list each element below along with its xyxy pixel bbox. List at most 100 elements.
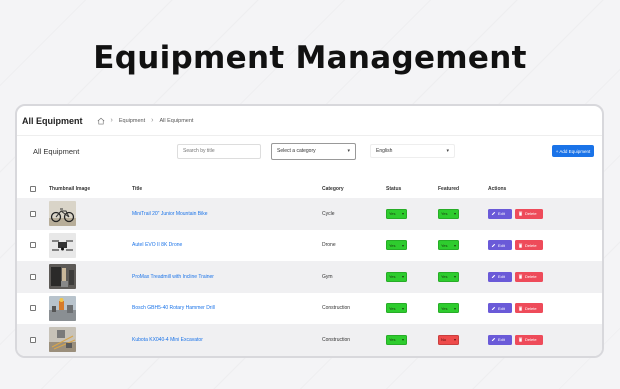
edit-label: Edit: [498, 211, 505, 217]
chevron-down-icon: ▾: [401, 274, 404, 280]
edit-button[interactable]: Edit: [488, 334, 512, 345]
page-title: All Equipment: [22, 115, 83, 126]
edit-label: Edit: [498, 242, 505, 248]
trash-icon: [518, 243, 523, 248]
edit-icon: [491, 211, 496, 216]
trash-icon: [518, 211, 523, 216]
trash-icon: [518, 274, 523, 279]
edit-icon: [491, 337, 496, 342]
edit-button[interactable]: Edit: [488, 208, 512, 219]
delete-label: Delete: [525, 305, 537, 311]
featured-value: Yes: [441, 274, 448, 280]
chevron-down-icon: ▾: [453, 274, 456, 280]
delete-button[interactable]: Delete: [515, 334, 543, 345]
equipment-title-link[interactable]: AuteI EVO II 8K Drone: [132, 242, 182, 248]
equipment-panel: All Equipment › Equipment › All Equipmen…: [15, 104, 604, 358]
status-value: Yes: [389, 211, 396, 217]
section-title: All Equipment: [33, 146, 80, 156]
featured-select[interactable]: No ▾: [438, 334, 459, 345]
equipment-title-link[interactable]: ProMax Treadmill with Incline Trainer: [132, 274, 214, 280]
search-input[interactable]: [177, 143, 261, 159]
edit-label: Edit: [498, 337, 505, 343]
thumbnail-image: [49, 327, 76, 353]
featured-select[interactable]: Yes ▾: [438, 271, 459, 282]
status-select[interactable]: Yes ▾: [386, 334, 407, 345]
trash-icon: [518, 337, 523, 342]
column-header-category: Category: [322, 186, 344, 192]
delete-button[interactable]: Delete: [515, 208, 543, 219]
chevron-down-icon: ▾: [453, 337, 456, 343]
home-icon[interactable]: [97, 117, 105, 125]
equipment-title-link[interactable]: Bosch GBH5-40 Rotary Hammer Drill: [132, 305, 215, 311]
column-header-title[interactable]: Title: [132, 186, 322, 192]
chevron-down-icon: ▾: [401, 305, 404, 311]
featured-value: Yes: [441, 242, 448, 248]
category-cell: Construction: [322, 336, 351, 343]
delete-label: Delete: [525, 242, 537, 248]
table-row: Bosch GBH5-40 Rotary Hammer Drill Constr…: [17, 293, 602, 325]
category-cell: Cycle: [322, 210, 335, 217]
row-checkbox[interactable]: [30, 336, 36, 343]
equipment-title-link[interactable]: Kubota KX040-4 Mini Excavator: [132, 337, 203, 343]
category-cell: Construction: [322, 305, 351, 312]
breadcrumb-separator: ›: [151, 117, 154, 124]
equipment-table: Thumbnail Image Title Category Status Fe…: [17, 180, 602, 356]
equipment-title-link[interactable]: MiniTrail 20" Junior Mountain Bike: [132, 211, 208, 217]
status-select[interactable]: Yes ▾: [386, 240, 407, 251]
add-equipment-button[interactable]: + Add Equipment: [552, 145, 594, 157]
row-checkbox[interactable]: [30, 273, 36, 280]
thumbnail-image: [49, 201, 76, 227]
table-row: MiniTrail 20" Junior Mountain Bike Cycle…: [17, 198, 602, 230]
featured-select[interactable]: Yes ▾: [438, 240, 459, 251]
column-header-thumbnail: Thumbnail Image: [49, 186, 91, 192]
status-value: Yes: [389, 274, 396, 280]
chevron-down-icon: ▾: [453, 211, 456, 217]
breadcrumb: › Equipment › All Equipment: [97, 117, 193, 125]
table-row: Kubota KX040-4 Mini Excavator Constructi…: [17, 324, 602, 356]
chevron-down-icon: ▾: [401, 211, 404, 217]
edit-label: Edit: [498, 274, 505, 280]
status-select[interactable]: Yes ▾: [386, 271, 407, 282]
chevron-down-icon: ▾: [453, 242, 456, 248]
table-header: Thumbnail Image Title Category Status Fe…: [17, 180, 602, 198]
chevron-down-icon: ▾: [446, 148, 449, 154]
status-value: Yes: [389, 305, 396, 311]
thumbnail-image: [49, 295, 76, 321]
breadcrumb-item-equipment[interactable]: Equipment: [119, 118, 145, 124]
column-header-featured: Featured: [438, 186, 460, 192]
row-checkbox[interactable]: [30, 242, 36, 249]
featured-value: Yes: [441, 305, 448, 311]
chevron-down-icon: ▾: [401, 337, 404, 343]
status-select[interactable]: Yes ▾: [386, 303, 407, 314]
featured-select[interactable]: Yes ▾: [438, 303, 459, 314]
trash-icon: [518, 306, 523, 311]
thumbnail-image: [49, 232, 76, 258]
delete-label: Delete: [525, 211, 537, 217]
column-header-actions: Actions: [488, 186, 507, 192]
status-value: Yes: [389, 337, 396, 343]
category-select-value: Select a category: [277, 148, 316, 154]
select-all-checkbox[interactable]: [30, 186, 36, 192]
status-select[interactable]: Yes ▾: [386, 208, 407, 219]
delete-button[interactable]: Delete: [515, 271, 543, 282]
row-checkbox[interactable]: [30, 210, 36, 217]
delete-button[interactable]: Delete: [515, 240, 543, 251]
language-select[interactable]: English ▾: [370, 144, 455, 158]
category-select[interactable]: Select a category ▾: [271, 142, 356, 160]
edit-label: Edit: [498, 305, 505, 311]
row-checkbox[interactable]: [30, 305, 36, 312]
edit-button[interactable]: Edit: [488, 271, 512, 282]
toolbar: All Equipment Select a category ▾ Englis…: [17, 136, 602, 166]
edit-button[interactable]: Edit: [488, 240, 512, 251]
status-value: Yes: [389, 242, 396, 248]
delete-button[interactable]: Delete: [515, 303, 543, 314]
table-row: ProMax Treadmill with Incline Trainer Gy…: [17, 261, 602, 293]
edit-button[interactable]: Edit: [488, 303, 512, 314]
chevron-down-icon: ▾: [453, 305, 456, 311]
edit-icon: [491, 274, 496, 279]
header-bar: All Equipment › Equipment › All Equipmen…: [17, 106, 602, 136]
featured-select[interactable]: Yes ▾: [438, 208, 459, 219]
category-cell: Drone: [322, 242, 336, 249]
category-cell: Gym: [322, 273, 333, 280]
table-row: AuteI EVO II 8K Drone Drone Yes ▾ Yes ▾ Ed…: [17, 230, 602, 262]
